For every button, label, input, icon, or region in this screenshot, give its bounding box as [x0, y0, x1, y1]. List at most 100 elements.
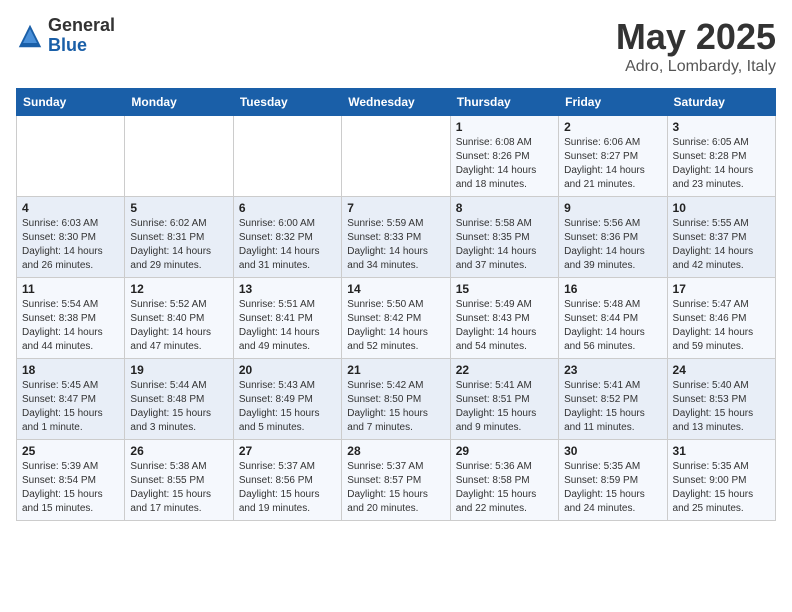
day-info: Sunrise: 5:43 AM Sunset: 8:49 PM Dayligh…: [239, 379, 336, 435]
logo-general: General: [48, 16, 115, 36]
day-number: 5: [130, 201, 227, 215]
day-number: 20: [239, 363, 336, 377]
day-info: Sunrise: 5:54 AM Sunset: 8:38 PM Dayligh…: [22, 298, 119, 354]
day-cell: 7 Sunrise: 5:59 AM Sunset: 8:33 PM Daylig…: [342, 197, 450, 278]
day-number: 3: [673, 120, 770, 134]
day-number: 10: [673, 201, 770, 215]
day-number: 8: [456, 201, 553, 215]
day-info: Sunrise: 5:59 AM Sunset: 8:33 PM Dayligh…: [347, 217, 444, 273]
day-cell: 14Sunrise: 5:50 AM Sunset: 8:42 PM Dayli…: [342, 278, 450, 359]
day-info: Sunrise: 5:36 AM Sunset: 8:58 PM Dayligh…: [456, 460, 553, 516]
day-cell: [233, 116, 341, 197]
day-cell: 26Sunrise: 5:38 AM Sunset: 8:55 PM Dayli…: [125, 440, 233, 521]
day-cell: 1 Sunrise: 6:08 AM Sunset: 8:26 PM Daylig…: [450, 116, 558, 197]
day-cell: 17 Sunrise: 5:47 AM Sunset: 8:46 PM Dayli…: [667, 278, 775, 359]
day-cell: 12 Sunrise: 5:52 AM Sunset: 8:40 PM Dayli…: [125, 278, 233, 359]
day-info: Sunrise: 6:03 AM Sunset: 8:30 PM Dayligh…: [22, 217, 119, 273]
day-cell: 21Sunrise: 5:42 AM Sunset: 8:50 PM Dayli…: [342, 359, 450, 440]
day-info: Sunrise: 5:47 AM Sunset: 8:46 PM Dayligh…: [673, 298, 770, 354]
day-number: 6: [239, 201, 336, 215]
week-row-1: 1 Sunrise: 6:08 AM Sunset: 8:26 PM Daylig…: [17, 116, 776, 197]
day-number: 27: [239, 444, 336, 458]
day-cell: 3 Sunrise: 6:05 AM Sunset: 8:28 PM Daylig…: [667, 116, 775, 197]
day-number: 2: [564, 120, 661, 134]
day-cell: 28 Sunrise: 5:37 AM Sunset: 8:57 PM Dayli…: [342, 440, 450, 521]
day-number: 12: [130, 282, 227, 296]
day-info: Sunrise: 5:58 AM Sunset: 8:35 PM Dayligh…: [456, 217, 553, 273]
header-cell-monday: Monday: [125, 89, 233, 116]
day-number: 23: [564, 363, 661, 377]
day-cell: 2 Sunrise: 6:06 AM Sunset: 8:27 PM Daylig…: [559, 116, 667, 197]
day-cell: 5 Sunrise: 6:02 AM Sunset: 8:31 PM Daylig…: [125, 197, 233, 278]
day-number: 15: [456, 282, 553, 296]
day-info: Sunrise: 6:05 AM Sunset: 8:28 PM Dayligh…: [673, 136, 770, 192]
day-info: Sunrise: 6:02 AM Sunset: 8:31 PM Dayligh…: [130, 217, 227, 273]
day-number: 17: [673, 282, 770, 296]
day-cell: 20 Sunrise: 5:43 AM Sunset: 8:49 PM Dayli…: [233, 359, 341, 440]
day-info: Sunrise: 6:08 AM Sunset: 8:26 PM Dayligh…: [456, 136, 553, 192]
calendar-body: 1 Sunrise: 6:08 AM Sunset: 8:26 PM Daylig…: [17, 116, 776, 521]
header-cell-tuesday: Tuesday: [233, 89, 341, 116]
day-info: Sunrise: 5:51 AM Sunset: 8:41 PM Dayligh…: [239, 298, 336, 354]
day-info: Sunrise: 6:00 AM Sunset: 8:32 PM Dayligh…: [239, 217, 336, 273]
day-number: 25: [22, 444, 119, 458]
day-number: 11: [22, 282, 119, 296]
day-cell: 31Sunrise: 5:35 AM Sunset: 9:00 PM Dayli…: [667, 440, 775, 521]
title-area: May 2025 Adro, Lombardy, Italy: [616, 16, 776, 76]
day-info: Sunrise: 5:37 AM Sunset: 8:57 PM Dayligh…: [347, 460, 444, 516]
day-number: 4: [22, 201, 119, 215]
day-number: 19: [130, 363, 227, 377]
week-row-3: 11 Sunrise: 5:54 AM Sunset: 8:38 PM Dayli…: [17, 278, 776, 359]
day-cell: [342, 116, 450, 197]
day-number: 16: [564, 282, 661, 296]
day-number: 26: [130, 444, 227, 458]
day-cell: 11 Sunrise: 5:54 AM Sunset: 8:38 PM Dayli…: [17, 278, 125, 359]
day-info: Sunrise: 5:41 AM Sunset: 8:51 PM Dayligh…: [456, 379, 553, 435]
day-info: Sunrise: 5:45 AM Sunset: 8:47 PM Dayligh…: [22, 379, 119, 435]
day-number: 7: [347, 201, 444, 215]
week-row-5: 25Sunrise: 5:39 AM Sunset: 8:54 PM Dayli…: [17, 440, 776, 521]
day-number: 1: [456, 120, 553, 134]
day-cell: 4 Sunrise: 6:03 AM Sunset: 8:30 PM Daylig…: [17, 197, 125, 278]
day-number: 22: [456, 363, 553, 377]
day-number: 9: [564, 201, 661, 215]
day-cell: 16Sunrise: 5:48 AM Sunset: 8:44 PM Dayli…: [559, 278, 667, 359]
logo-blue: Blue: [48, 36, 115, 56]
month-title: May 2025: [616, 16, 776, 58]
header-cell-thursday: Thursday: [450, 89, 558, 116]
logo-text: General Blue: [48, 16, 115, 56]
day-cell: 25Sunrise: 5:39 AM Sunset: 8:54 PM Dayli…: [17, 440, 125, 521]
day-number: 13: [239, 282, 336, 296]
day-cell: 29 Sunrise: 5:36 AM Sunset: 8:58 PM Dayli…: [450, 440, 558, 521]
day-info: Sunrise: 6:06 AM Sunset: 8:27 PM Dayligh…: [564, 136, 661, 192]
day-cell: 6 Sunrise: 6:00 AM Sunset: 8:32 PM Daylig…: [233, 197, 341, 278]
calendar-table: SundayMondayTuesdayWednesdayThursdayFrid…: [16, 88, 776, 521]
day-info: Sunrise: 5:40 AM Sunset: 8:53 PM Dayligh…: [673, 379, 770, 435]
location-title: Adro, Lombardy, Italy: [616, 58, 776, 76]
header-cell-saturday: Saturday: [667, 89, 775, 116]
day-number: 30: [564, 444, 661, 458]
header-row: SundayMondayTuesdayWednesdayThursdayFrid…: [17, 89, 776, 116]
day-info: Sunrise: 5:44 AM Sunset: 8:48 PM Dayligh…: [130, 379, 227, 435]
week-row-4: 18Sunrise: 5:45 AM Sunset: 8:47 PM Dayli…: [17, 359, 776, 440]
day-cell: 22 Sunrise: 5:41 AM Sunset: 8:51 PM Dayli…: [450, 359, 558, 440]
day-number: 28: [347, 444, 444, 458]
calendar-header: SundayMondayTuesdayWednesdayThursdayFrid…: [17, 89, 776, 116]
day-cell: 9 Sunrise: 5:56 AM Sunset: 8:36 PM Daylig…: [559, 197, 667, 278]
day-number: 14: [347, 282, 444, 296]
day-cell: 24 Sunrise: 5:40 AM Sunset: 8:53 PM Dayli…: [667, 359, 775, 440]
header-cell-friday: Friday: [559, 89, 667, 116]
day-info: Sunrise: 5:56 AM Sunset: 8:36 PM Dayligh…: [564, 217, 661, 273]
day-number: 31: [673, 444, 770, 458]
day-cell: 27Sunrise: 5:37 AM Sunset: 8:56 PM Dayli…: [233, 440, 341, 521]
day-number: 29: [456, 444, 553, 458]
day-cell: [125, 116, 233, 197]
day-info: Sunrise: 5:55 AM Sunset: 8:37 PM Dayligh…: [673, 217, 770, 273]
header: General Blue May 2025 Adro, Lombardy, It…: [16, 16, 776, 76]
header-cell-sunday: Sunday: [17, 89, 125, 116]
day-info: Sunrise: 5:52 AM Sunset: 8:40 PM Dayligh…: [130, 298, 227, 354]
day-number: 24: [673, 363, 770, 377]
day-cell: 10 Sunrise: 5:55 AM Sunset: 8:37 PM Dayli…: [667, 197, 775, 278]
day-info: Sunrise: 5:35 AM Sunset: 8:59 PM Dayligh…: [564, 460, 661, 516]
day-cell: 8 Sunrise: 5:58 AM Sunset: 8:35 PM Daylig…: [450, 197, 558, 278]
